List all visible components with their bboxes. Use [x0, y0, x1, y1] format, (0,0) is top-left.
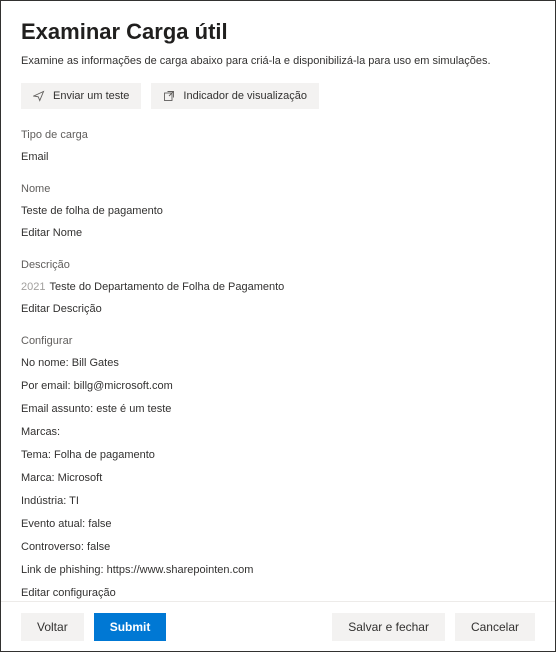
footer: Voltar Submit Salvar e fechar Cancelar	[1, 601, 555, 651]
configure-section: Configurar No nome: Bill Gates Por email…	[21, 335, 535, 599]
page-subtitle: Examine as informações de carga abaixo p…	[21, 55, 535, 67]
config-brand: Marca: Microsoft	[21, 472, 535, 484]
name-section: Nome Teste de folha de pagamento Editar …	[21, 183, 535, 239]
description-year: 2021	[21, 281, 45, 293]
name-label: Nome	[21, 183, 535, 195]
send-icon	[33, 90, 45, 102]
preview-indicator-label: Indicador de visualização	[183, 90, 307, 102]
config-current-event: Evento atual: false	[21, 518, 535, 530]
cancel-button[interactable]: Cancelar	[455, 613, 535, 641]
open-icon	[163, 90, 175, 102]
edit-name-link[interactable]: Editar Nome	[21, 227, 82, 239]
back-button[interactable]: Voltar	[21, 613, 84, 641]
config-email-subject: Email assunto: este é um teste	[21, 403, 535, 415]
payload-type-label: Tipo de carga	[21, 129, 535, 141]
config-theme: Tema: Folha de pagamento	[21, 449, 535, 461]
preview-indicator-button[interactable]: Indicador de visualização	[151, 83, 319, 109]
config-tags: Marcas:	[21, 426, 535, 438]
config-phishing-link: Link de phishing: https://www.sharepoint…	[21, 564, 535, 576]
payload-type-value: Email	[21, 151, 535, 163]
edit-description-link[interactable]: Editar Descrição	[21, 303, 102, 315]
configure-label: Configurar	[21, 335, 535, 347]
config-controversial: Controverso: false	[21, 541, 535, 553]
name-value: Teste de folha de pagamento	[21, 205, 535, 217]
save-close-button[interactable]: Salvar e fechar	[332, 613, 445, 641]
send-test-button[interactable]: Enviar um teste	[21, 83, 141, 109]
config-from-name: No nome: Bill Gates	[21, 357, 535, 369]
payload-type-section: Tipo de carga Email	[21, 129, 535, 163]
send-test-label: Enviar um teste	[53, 90, 129, 102]
page-title: Examinar Carga útil	[21, 19, 535, 45]
submit-button[interactable]: Submit	[94, 613, 167, 641]
description-label: Descrição	[21, 259, 535, 271]
config-from-email: Por email: billg@microsoft.com	[21, 380, 535, 392]
config-industry: Indústria: TI	[21, 495, 535, 507]
edit-configure-link[interactable]: Editar configuração	[21, 587, 535, 599]
description-value: Teste do Departamento de Folha de Pagame…	[49, 281, 284, 293]
description-section: Descrição 2021 Teste do Departamento de …	[21, 259, 535, 315]
toolbar: Enviar um teste Indicador de visualizaçã…	[21, 83, 535, 109]
